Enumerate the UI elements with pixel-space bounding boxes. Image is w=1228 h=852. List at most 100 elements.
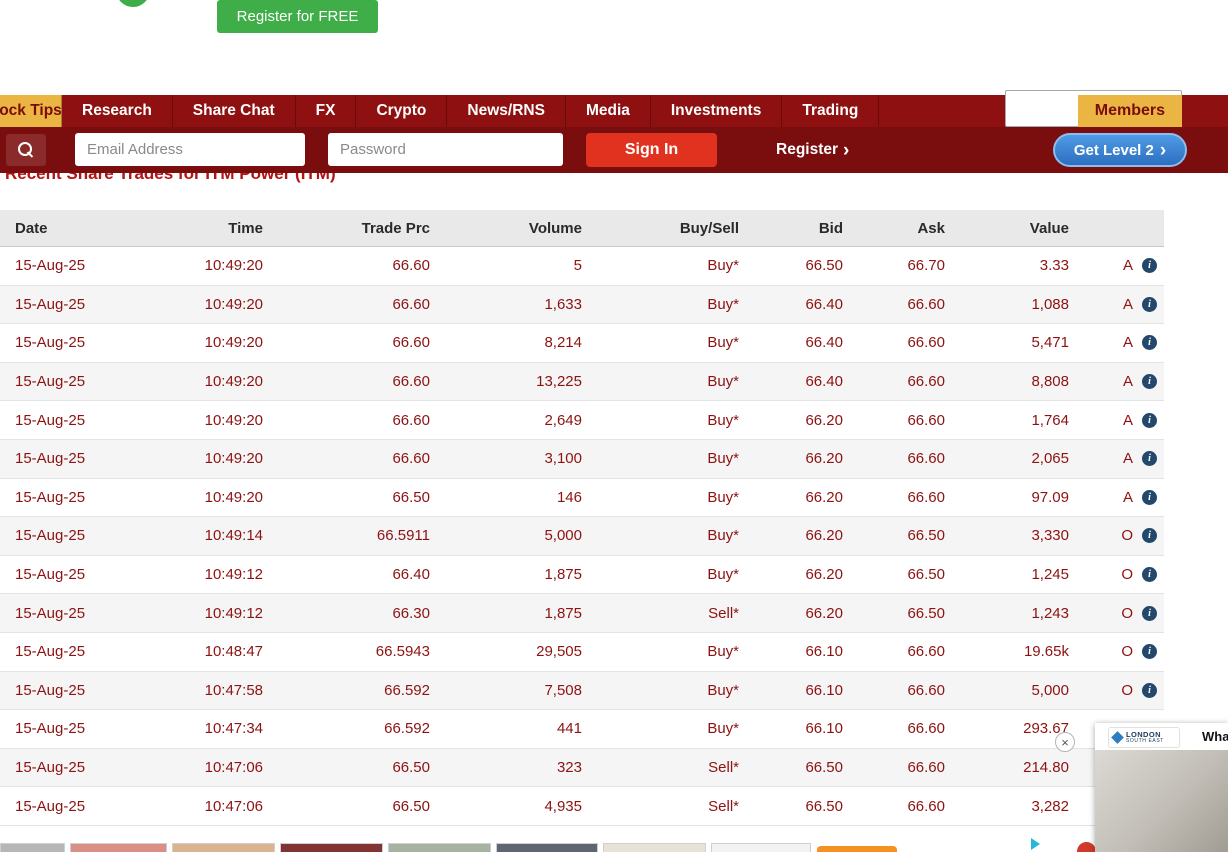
trades-table: Date Time Trade Prc Volume Buy/Sell Bid …	[0, 210, 1164, 826]
info-icon[interactable]: i	[1142, 413, 1157, 428]
cell-date: 15-Aug-25	[0, 440, 130, 478]
ad-thumbnail[interactable]	[70, 843, 167, 852]
ad-thumbnail[interactable]	[280, 843, 383, 852]
cell-price: 66.5943	[271, 633, 438, 671]
info-icon[interactable]: i	[1142, 528, 1157, 543]
nav-tab-news-rns[interactable]: News/RNS	[447, 95, 566, 127]
cell-date: 15-Aug-25	[0, 324, 130, 362]
trade-rows: 15-Aug-2510:49:2066.605Buy*66.5066.703.3…	[0, 247, 1164, 826]
trade-flag: O	[1121, 527, 1133, 544]
trade-flag: O	[1121, 682, 1133, 699]
cell-bid: 66.20	[747, 517, 851, 555]
cell-side: Sell*	[590, 787, 747, 825]
cell-date: 15-Aug-25	[0, 556, 130, 594]
nav-tab-fx[interactable]: FX	[296, 95, 357, 127]
ad-image[interactable]	[1095, 750, 1228, 852]
cell-flag: Ai	[1077, 401, 1164, 439]
register-free-button[interactable]: Register for FREE	[217, 0, 378, 33]
trade-flag: A	[1123, 334, 1133, 351]
cell-flag: Oi	[1077, 594, 1164, 632]
cell-ask: 66.60	[851, 363, 953, 401]
cell-price: 66.50	[271, 479, 438, 517]
cell-side: Buy*	[590, 401, 747, 439]
ad-thumbnail-strip	[0, 843, 811, 852]
ad-thumbnail[interactable]	[388, 843, 491, 852]
cell-value: 214.80	[953, 749, 1077, 787]
cell-side: Buy*	[590, 517, 747, 555]
nav-tab-crypto[interactable]: Crypto	[356, 95, 447, 127]
cell-volume: 7,508	[438, 672, 590, 710]
password-field[interactable]	[328, 133, 563, 166]
cell-side: Buy*	[590, 324, 747, 362]
cell-value: 3,282	[953, 787, 1077, 825]
info-icon[interactable]: i	[1142, 567, 1157, 582]
col-bid: Bid	[747, 210, 851, 246]
cell-ask: 66.60	[851, 286, 953, 324]
col-date: Date	[0, 210, 130, 246]
cell-volume: 1,875	[438, 556, 590, 594]
cell-bid: 66.10	[747, 710, 851, 748]
nav-tab-members[interactable]: Members	[1078, 95, 1182, 127]
cell-value: 97.09	[953, 479, 1077, 517]
cell-time: 10:47:06	[130, 749, 271, 787]
info-icon[interactable]: i	[1142, 335, 1157, 350]
search-button[interactable]	[6, 134, 46, 166]
cell-side: Buy*	[590, 440, 747, 478]
register-link[interactable]: Register ›	[776, 127, 849, 173]
cell-side: Buy*	[590, 363, 747, 401]
nav-tab-investments[interactable]: Investments	[651, 95, 782, 127]
cell-price: 66.592	[271, 710, 438, 748]
cell-ask: 66.70	[851, 247, 953, 285]
trade-flag: O	[1121, 605, 1133, 622]
cell-date: 15-Aug-25	[0, 517, 130, 555]
nav-tab-research[interactable]: Research	[62, 95, 173, 127]
cell-volume: 1,633	[438, 286, 590, 324]
cell-flag: Ai	[1077, 479, 1164, 517]
nav-tab-media[interactable]: Media	[566, 95, 651, 127]
nav-tab-share-chat[interactable]: Share Chat	[173, 95, 296, 127]
nav-tab-stock-tips[interactable]: ock Tips	[0, 95, 62, 127]
trade-flag: O	[1121, 566, 1133, 583]
cell-side: Buy*	[590, 633, 747, 671]
cell-bid: 66.20	[747, 401, 851, 439]
cell-time: 10:49:20	[130, 324, 271, 362]
cell-value: 8,808	[953, 363, 1077, 401]
adchoices-icon[interactable]	[1031, 838, 1040, 850]
table-row: 15-Aug-2510:47:0666.50323Sell*66.5066.60…	[0, 749, 1164, 788]
ad-thumbnail[interactable]	[603, 843, 706, 852]
ad-thumbnail[interactable]	[496, 843, 598, 852]
cell-bid: 66.20	[747, 556, 851, 594]
cell-side: Buy*	[590, 247, 747, 285]
email-field[interactable]	[75, 133, 305, 166]
ad-overlay[interactable]: LONDON SOUTH EAST Wha	[1095, 723, 1228, 852]
ad-close-button[interactable]: ×	[1055, 732, 1075, 752]
info-icon[interactable]: i	[1142, 374, 1157, 389]
info-icon[interactable]: i	[1142, 644, 1157, 659]
sign-in-button[interactable]: Sign In	[586, 133, 717, 167]
info-icon[interactable]: i	[1142, 258, 1157, 273]
cell-value: 19.65k	[953, 633, 1077, 671]
table-row: 15-Aug-2510:49:1466.59115,000Buy*66.2066…	[0, 517, 1164, 556]
cell-time: 10:48:47	[130, 633, 271, 671]
ad-orange-button[interactable]	[817, 846, 897, 852]
cell-ask: 66.60	[851, 324, 953, 362]
info-icon[interactable]: i	[1142, 683, 1157, 698]
search-icon	[18, 142, 35, 159]
get-level2-button[interactable]: Get Level 2 ›	[1053, 133, 1187, 167]
cell-volume: 5	[438, 247, 590, 285]
cell-time: 10:47:06	[130, 787, 271, 825]
trade-flag: O	[1121, 643, 1133, 660]
ad-thumbnail[interactable]	[711, 843, 811, 852]
info-icon[interactable]: i	[1142, 490, 1157, 505]
info-icon[interactable]: i	[1142, 606, 1157, 621]
cell-flag: Oi	[1077, 517, 1164, 555]
trade-flag: A	[1123, 489, 1133, 506]
cell-time: 10:49:20	[130, 363, 271, 401]
ad-thumbnail[interactable]	[0, 843, 65, 852]
cell-volume: 5,000	[438, 517, 590, 555]
info-icon[interactable]: i	[1142, 451, 1157, 466]
ad-thumbnail[interactable]	[172, 843, 275, 852]
nav-tab-trading[interactable]: Trading	[782, 95, 879, 127]
info-icon[interactable]: i	[1142, 297, 1157, 312]
table-row: 15-Aug-2510:48:4766.594329,505Buy*66.106…	[0, 633, 1164, 672]
